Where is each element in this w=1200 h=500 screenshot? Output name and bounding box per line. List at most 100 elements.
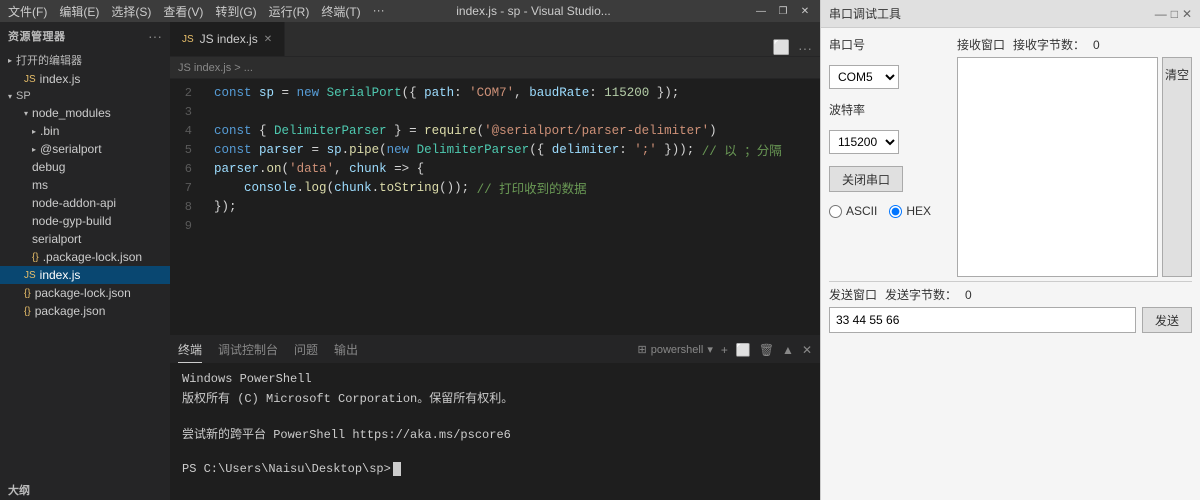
send-button[interactable]: 发送 (1142, 307, 1192, 333)
title-bar-menus: 文件(F) 编辑(E) 选择(S) 查看(V) 转到(G) 运行(R) 终端(T… (8, 3, 385, 20)
terminal-cursor (393, 462, 401, 476)
sidebar-item-node-gyp-build[interactable]: node-gyp-build (0, 212, 170, 230)
send-input[interactable] (829, 307, 1136, 333)
line-num-2: 2 (170, 83, 198, 102)
baud-label-row: 波特率 (829, 101, 949, 118)
close-port-button[interactable]: 关闭串口 (829, 166, 903, 192)
menu-select[interactable]: 选择(S) (111, 3, 151, 20)
js-icon: JS (24, 270, 36, 281)
receive-bytes-count: 0 (1093, 38, 1100, 52)
delete-terminal-icon[interactable]: 🗑 (759, 343, 774, 357)
line-num-8: 8 (170, 197, 198, 216)
send-input-row: 发送 (829, 307, 1192, 333)
sidebar-item-label: .bin (40, 124, 59, 138)
close-terminal-icon[interactable]: ✕ (802, 343, 812, 357)
terminal-tab[interactable]: 终端 (178, 337, 202, 363)
terminal-text: Windows PowerShell (182, 372, 312, 386)
editor-panel: JS JS index.js ✕ ⬜ ··· JS index.js > ...… (170, 22, 820, 500)
js-file-icon: JS (24, 74, 36, 85)
maximize-terminal-icon[interactable]: ▲ (782, 343, 794, 357)
sidebar-item-package-lock-json2[interactable]: {} .package-lock.json (0, 248, 170, 266)
ascii-radio[interactable] (829, 205, 842, 218)
hex-label: HEX (906, 204, 931, 218)
terminal-text: 尝试新的跨平台 PowerShell https://aka.ms/pscore… (182, 425, 511, 442)
sidebar-item-index-js[interactable]: JS index.js (0, 266, 170, 284)
sidebar-item-bin[interactable]: ▸ .bin (0, 122, 170, 140)
receive-textarea[interactable] (957, 57, 1158, 277)
sidebar-item-label: index.js (40, 72, 81, 86)
split-editor-icon[interactable]: ⬜ (773, 39, 790, 56)
menu-run[interactable]: 运行(R) (269, 3, 310, 20)
sidebar-item-package-json[interactable]: {} package.json (0, 302, 170, 320)
line-numbers: 2 3 4 5 6 7 8 9 (170, 79, 206, 335)
line-num-9: 9 (170, 216, 198, 235)
terminal-content: Windows PowerShell 版权所有 (C) Microsoft Co… (170, 364, 820, 500)
sidebar-item-label: node-gyp-build (32, 214, 111, 228)
problems-tab[interactable]: 问题 (294, 337, 318, 362)
baud-select[interactable]: 9600 115200 (829, 130, 899, 154)
debug-console-tab[interactable]: 调试控制台 (218, 337, 278, 362)
send-window-label: 发送窗口 (829, 286, 877, 303)
sidebar-item-label: ms (32, 178, 48, 192)
tab-index-js[interactable]: JS JS index.js ✕ (170, 22, 285, 56)
sidebar-item-serialport-org[interactable]: ▸ @serialport (0, 140, 170, 158)
sidebar-item-label: serialport (32, 232, 81, 246)
menu-terminal[interactable]: 终端(T) (321, 3, 360, 20)
port-select[interactable]: COM5 COM6 COM7 (829, 65, 899, 89)
menu-goto[interactable]: 转到(G) (215, 3, 256, 20)
breadcrumb-bar: JS index.js > ... (170, 57, 820, 79)
code-lines[interactable]: const sp = new SerialPort({ path: 'COM7'… (206, 79, 820, 335)
sidebar-more-icon[interactable]: ··· (148, 28, 162, 44)
sidebar-item-ms[interactable]: ms (0, 176, 170, 194)
sidebar-header: 资源管理器 ··· (0, 22, 170, 50)
ascii-radio-label[interactable]: ASCII (829, 204, 877, 218)
sidebar-open-editors-section[interactable]: ▸ 打开的编辑器 (0, 50, 170, 70)
serial-tool-panel: 串口调试工具 — □ ✕ 串口号 COM5 COM6 COM7 波特 (820, 0, 1200, 500)
split-terminal-icon[interactable]: ⬜ (736, 343, 751, 357)
tab-close-icon[interactable]: ✕ (264, 34, 272, 45)
serial-tool-close-btn[interactable]: ✕ (1182, 7, 1192, 21)
sidebar-item-node-modules[interactable]: ▾ node_modules (0, 104, 170, 122)
serial-tool-maximize-btn[interactable]: □ (1171, 7, 1178, 21)
sidebar-item-debug[interactable]: debug (0, 158, 170, 176)
close-button[interactable]: ✕ (798, 4, 812, 18)
add-terminal-icon[interactable]: + (721, 343, 728, 357)
chevron-down-icon[interactable]: ▾ (707, 343, 713, 356)
open-editors-label: 打开的编辑器 (16, 52, 82, 68)
serial-tool-body: 串口号 COM5 COM6 COM7 波特率 9600 115200 (821, 28, 1200, 500)
json-icon3: {} (24, 306, 31, 317)
code-line-5: const parser = sp.pipe(new DelimiterPars… (214, 140, 820, 159)
sidebar-item-index-js-open[interactable]: JS index.js (0, 70, 170, 88)
code-line-2: const sp = new SerialPort({ path: 'COM7'… (214, 83, 820, 102)
json-icon: {} (32, 252, 39, 263)
menu-file[interactable]: 文件(F) (8, 3, 47, 20)
send-section: 发送窗口 发送字节数： 0 发送 (829, 286, 1192, 333)
menu-edit[interactable]: 编辑(E) (59, 3, 99, 20)
sidebar-sp-section[interactable]: ▾ SP (0, 88, 170, 104)
menu-more[interactable]: ··· (373, 3, 385, 20)
output-tab[interactable]: 输出 (334, 337, 358, 362)
shell-name: powershell (651, 344, 704, 356)
chevron-right-icon: ▸ (32, 127, 36, 136)
hex-radio[interactable] (889, 205, 902, 218)
line-num-7: 7 (170, 178, 198, 197)
line-num-5: 5 (170, 140, 198, 159)
terminal-tab-bar: 终端 调试控制台 问题 输出 ⊞ powershell ▾ + ⬜ 🗑 ▲ (170, 336, 820, 364)
hex-radio-label[interactable]: HEX (889, 204, 931, 218)
clear-button[interactable]: 清空 (1162, 57, 1192, 277)
chevron-down-icon2: ▾ (8, 92, 12, 101)
chevron-right-icon2: ▸ (32, 145, 36, 154)
sidebar-item-serialport[interactable]: serialport (0, 230, 170, 248)
sidebar-item-node-addon-api[interactable]: node-addon-api (0, 194, 170, 212)
sidebar: 资源管理器 ··· ▸ 打开的编辑器 JS index.js ▾ SP ▾ no… (0, 22, 170, 500)
maximize-button[interactable]: ❐ (776, 4, 790, 18)
code-area[interactable]: 2 3 4 5 6 7 8 9 const sp = new SerialPor… (170, 79, 820, 335)
sidebar-item-package-lock[interactable]: {} package-lock.json (0, 284, 170, 302)
serial-tool-minimize-btn[interactable]: — (1155, 7, 1167, 21)
sidebar-item-label: debug (32, 160, 65, 174)
sidebar-item-label: package-lock.json (35, 286, 131, 300)
more-actions-icon[interactable]: ··· (798, 40, 812, 56)
menu-view[interactable]: 查看(V) (163, 3, 203, 20)
terminal-prompt-text: PS C:\Users\Naisu\Desktop\sp> (182, 462, 391, 476)
minimize-button[interactable]: — (754, 4, 768, 18)
